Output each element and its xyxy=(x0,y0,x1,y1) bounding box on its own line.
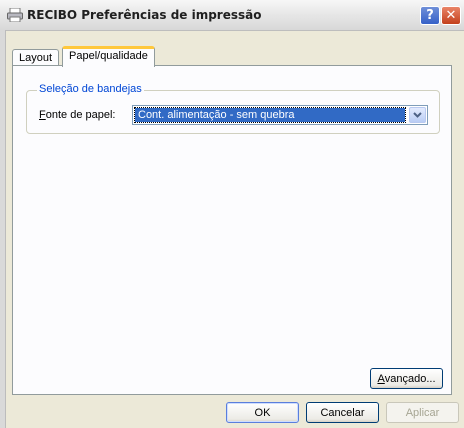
tray-selection-group: Seleção de bandejas Fonte de papel: Cont… xyxy=(26,83,440,134)
dropdown-button[interactable] xyxy=(409,107,426,123)
paper-source-label: Fonte de papel: xyxy=(39,109,116,121)
help-icon: ? xyxy=(426,8,434,23)
cancel-button[interactable]: Cancelar xyxy=(306,402,379,423)
advanced-button[interactable]: Avançado... xyxy=(370,368,443,389)
tab-panel: Seleção de bandejas Fonte de papel: Cont… xyxy=(12,65,452,395)
tab-layout[interactable]: Layout xyxy=(12,49,60,66)
paper-source-value: Cont. alimentação - sem quebra xyxy=(134,107,406,123)
close-button[interactable]: ✕ xyxy=(441,6,461,25)
title-bar: RECIBO Preferências de impressão ? ✕ xyxy=(0,0,464,31)
window-title: RECIBO Preferências de impressão xyxy=(27,8,262,22)
help-button[interactable]: ? xyxy=(420,6,440,25)
apply-button[interactable]: Aplicar xyxy=(386,402,459,423)
tab-papel-qualidade[interactable]: Papel/qualidade xyxy=(62,46,155,67)
printer-icon xyxy=(7,8,23,22)
close-icon: ✕ xyxy=(445,8,457,23)
group-title: Seleção de bandejas xyxy=(37,83,144,95)
ok-button[interactable]: OK xyxy=(226,402,299,423)
chevron-down-icon xyxy=(413,112,422,118)
window-frame xyxy=(0,30,6,428)
paper-source-select[interactable]: Cont. alimentação - sem quebra xyxy=(132,105,428,125)
